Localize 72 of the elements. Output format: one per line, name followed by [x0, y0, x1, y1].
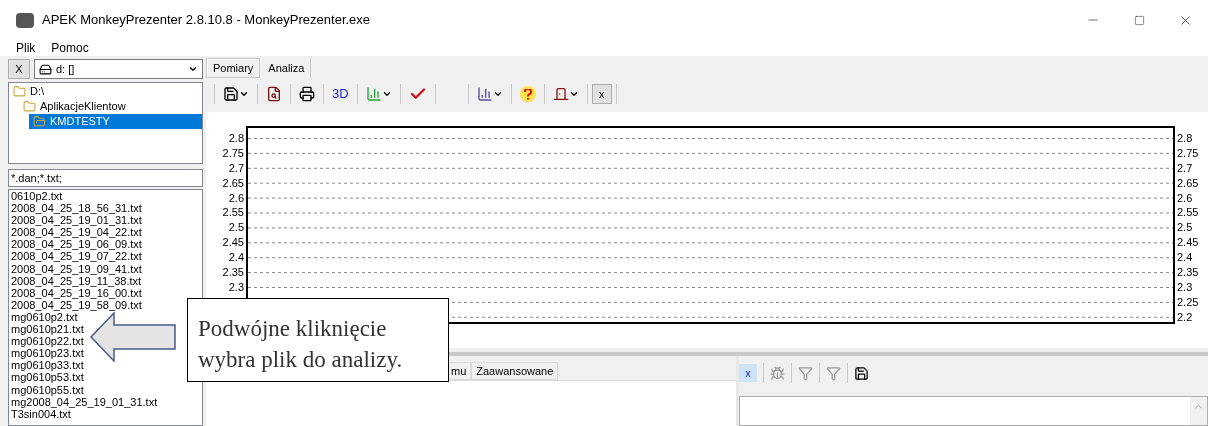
- axis-label: 2.75: [222, 146, 244, 159]
- axis-label: 2.55: [222, 206, 244, 219]
- file-item[interactable]: 2008_04_25_19_07_22.txt: [11, 250, 200, 263]
- axis-label: 2.5: [228, 221, 244, 234]
- file-item[interactable]: 2008_04_25_19_01_31.txt: [11, 214, 200, 227]
- bug-icon[interactable]: [770, 365, 785, 381]
- file-item[interactable]: T3sin004.txt: [11, 407, 200, 420]
- filter-field[interactable]: *.dan;*.txt;: [8, 169, 203, 187]
- folder-item[interactable]: KMDTESTY: [29, 114, 202, 129]
- window-title: APEK MonkeyPrezenter 2.8.10.8 - MonkeyPrezenter.exe: [42, 11, 371, 30]
- folder-icon: [23, 100, 36, 113]
- folder-item[interactable]: AplikacjeKlientow: [19, 99, 202, 114]
- help-icon[interactable]: [519, 86, 536, 102]
- caret-icon: [492, 89, 503, 99]
- tab[interactable]: Pomiary: [206, 58, 261, 78]
- file-item[interactable]: 2008_04_25_19_09_41.txt: [11, 262, 200, 275]
- axis-label: 2.4: [1177, 251, 1193, 264]
- menu-item[interactable]: Pomoc: [51, 39, 89, 57]
- save-icon: [223, 86, 239, 102]
- file-item[interactable]: 2008_04_25_19_04_22.txt: [11, 226, 200, 239]
- maximize-icon: [1133, 14, 1145, 26]
- file-item[interactable]: 2008_04_25_18_56_31.txt: [11, 202, 200, 215]
- tab[interactable]: Analiza: [262, 58, 312, 78]
- axis-label: 2.55: [1177, 206, 1199, 219]
- file-item[interactable]: 2008_04_25_19_06_09.txt: [11, 238, 200, 251]
- axis-label: 2.3: [1177, 280, 1193, 293]
- axis-label: 2.65: [222, 176, 244, 189]
- file-item[interactable]: 2008_04_25_19_16_00.txt: [11, 286, 200, 299]
- axis-label: 2.75: [1177, 146, 1199, 159]
- axis-label: 2.5: [1177, 221, 1193, 234]
- axis-label: 2.4: [228, 251, 244, 264]
- file-item[interactable]: mg2008_04_25_19_01_31.txt: [11, 395, 200, 408]
- close-button[interactable]: x: [739, 364, 757, 382]
- folder-icon: [13, 85, 26, 98]
- file-item[interactable]: 0610p2.txt: [11, 190, 200, 203]
- axis-label: 2.6: [1177, 191, 1193, 204]
- caret-icon: [188, 64, 198, 74]
- drive-dropdown[interactable]: d: []: [34, 59, 203, 79]
- file-item[interactable]: mg0610p55.txt: [11, 383, 200, 396]
- axis-label: 2.7: [1177, 161, 1193, 174]
- caret-icon: [381, 89, 392, 99]
- app-icon: [16, 12, 34, 28]
- caret-icon: [239, 89, 249, 99]
- axis-label: 2.8: [1177, 132, 1193, 144]
- tab[interactable]: Zaawansowane: [471, 362, 559, 380]
- axis-label: 2.6: [228, 191, 244, 204]
- print-icon[interactable]: [299, 86, 315, 102]
- axis-label: 2.8: [228, 132, 244, 144]
- hint-tooltip: Podwójne kliknięcie wybra plik do analizy.: [187, 298, 449, 382]
- menu-item[interactable]: Plik: [16, 39, 36, 57]
- axis-label: 2.45: [222, 236, 244, 249]
- bar-chart-icon: [365, 86, 382, 102]
- axis-label: 2.25: [1177, 295, 1199, 308]
- axis-label: 2.7: [228, 161, 244, 174]
- axis-label: 2.2: [1177, 310, 1193, 323]
- axis-label: 2.35: [1177, 266, 1199, 278]
- door-icon: [552, 86, 569, 102]
- axis-label: 2.65: [1177, 176, 1199, 189]
- drive-icon: [39, 62, 52, 76]
- file-item[interactable]: 2008_04_25_19_11_38.txt: [11, 274, 200, 287]
- save-icon[interactable]: [854, 365, 869, 381]
- axis-label: 2.35: [222, 266, 244, 278]
- caret-icon: [568, 89, 579, 99]
- close-button[interactable]: x: [591, 84, 612, 104]
- 3d-button[interactable]: 3D: [328, 84, 353, 104]
- axis-label: 2.45: [1177, 236, 1199, 249]
- preview-icon[interactable]: [266, 86, 282, 102]
- folder-icon: [33, 115, 46, 128]
- axis-label: 2.3: [228, 280, 244, 293]
- close-button[interactable]: X: [8, 59, 30, 79]
- folder-item[interactable]: D:\: [9, 84, 202, 99]
- chart-icon: [476, 86, 493, 102]
